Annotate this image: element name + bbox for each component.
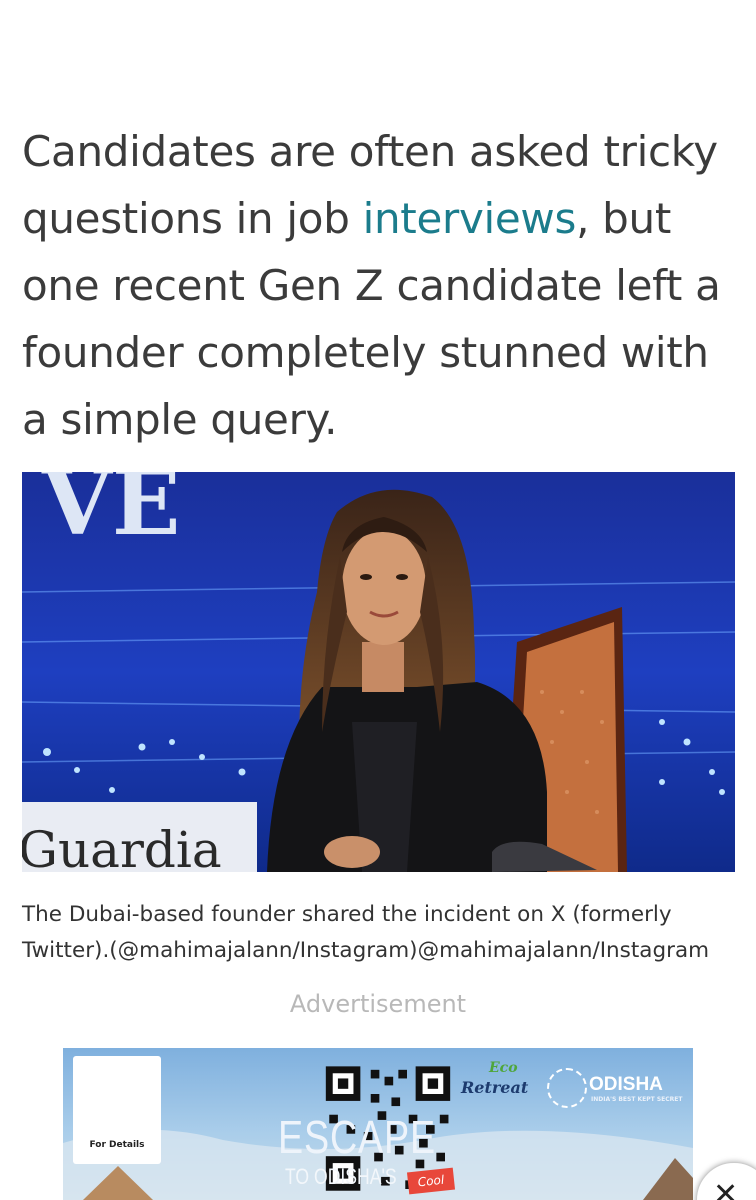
- odisha-brand: ODISHA: [589, 1074, 663, 1095]
- eco-retreat-logo: Eco Retreat: [461, 1060, 529, 1097]
- odisha-emblem-icon: [547, 1068, 587, 1108]
- eco-label: Eco: [489, 1060, 518, 1076]
- ad-subline: TO ODISHA'S: [285, 1164, 397, 1189]
- backdrop-top-text: VE: [41, 472, 180, 556]
- interviews-link[interactable]: interviews: [363, 194, 577, 243]
- ad-close-button[interactable]: ✕: [696, 1162, 756, 1200]
- article-lead-paragraph: Candidates are often asked tricky questi…: [22, 118, 736, 453]
- qr-label: For Details: [89, 1140, 145, 1150]
- article-photo[interactable]: VE Guardia: [22, 472, 735, 872]
- ad-headline: ESCAPE: [278, 1111, 436, 1163]
- advertisement-label: Advertisement: [289, 990, 467, 1018]
- odisha-tagline: INDIA'S BEST KEPT SECRET: [591, 1096, 683, 1103]
- backdrop-bottom-text: Guardia: [22, 821, 222, 872]
- founder-photo-image: VE Guardia: [22, 472, 735, 872]
- close-icon: ✕: [713, 1177, 739, 1200]
- ad-banner[interactable]: For Details Eco Retreat ODISHA INDIA'S B…: [63, 1048, 693, 1200]
- photo-caption: The Dubai-based founder shared the incid…: [22, 902, 710, 963]
- retreat-label: Retreat: [461, 1078, 529, 1097]
